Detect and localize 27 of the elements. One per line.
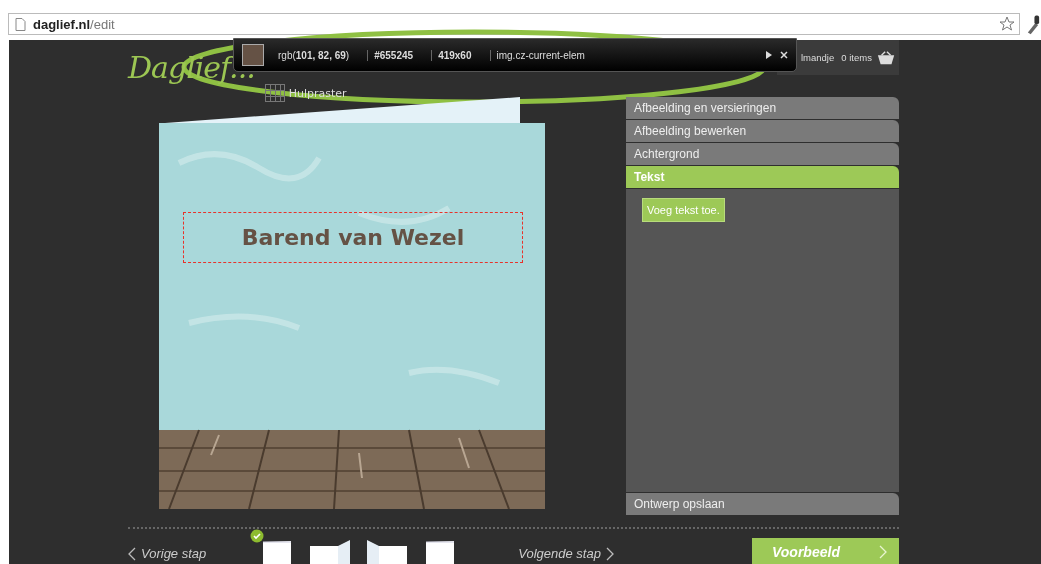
text-frame[interactable]: Barend van Wezel — [183, 212, 523, 263]
accordion-header[interactable]: Achtergrond — [626, 143, 899, 165]
chevron-right-icon — [879, 545, 887, 559]
page-icon — [15, 17, 26, 31]
url-text: daglief.nl/edit — [33, 16, 115, 32]
cart-label: lmandje — [801, 52, 835, 63]
close-icon[interactable] — [780, 51, 788, 59]
accordion-header[interactable]: Afbeelding bewerken — [626, 120, 899, 142]
size-value: 419x60 — [431, 49, 472, 61]
selector-value: img.cz-current-elem — [489, 49, 585, 61]
cart-count: 0 items — [841, 52, 872, 63]
address-bar[interactable]: daglief.nl/edit — [8, 13, 1020, 35]
check-icon — [250, 529, 265, 543]
rgb-value: rgb(101, 82, 69) — [278, 49, 350, 61]
grid-icon[interactable] — [264, 84, 285, 102]
basket-icon — [876, 49, 895, 66]
hex-value: #655245 — [367, 49, 414, 61]
card-name-text[interactable]: Barend van Wezel — [241, 225, 465, 250]
accordion-header[interactable]: Ontwerp opslaan — [626, 493, 899, 515]
eyedropper-icon[interactable] — [1026, 13, 1041, 35]
previous-step-link[interactable]: Vorige stap — [128, 546, 207, 561]
next-step-link[interactable]: Volgende stap — [518, 546, 614, 561]
star-icon[interactable] — [999, 16, 1015, 32]
chevron-left-icon — [128, 546, 136, 561]
chevron-right-icon — [605, 546, 614, 561]
play-icon[interactable] — [766, 51, 772, 59]
accordion-header[interactable]: Afbeelding en versieringen — [626, 97, 899, 119]
